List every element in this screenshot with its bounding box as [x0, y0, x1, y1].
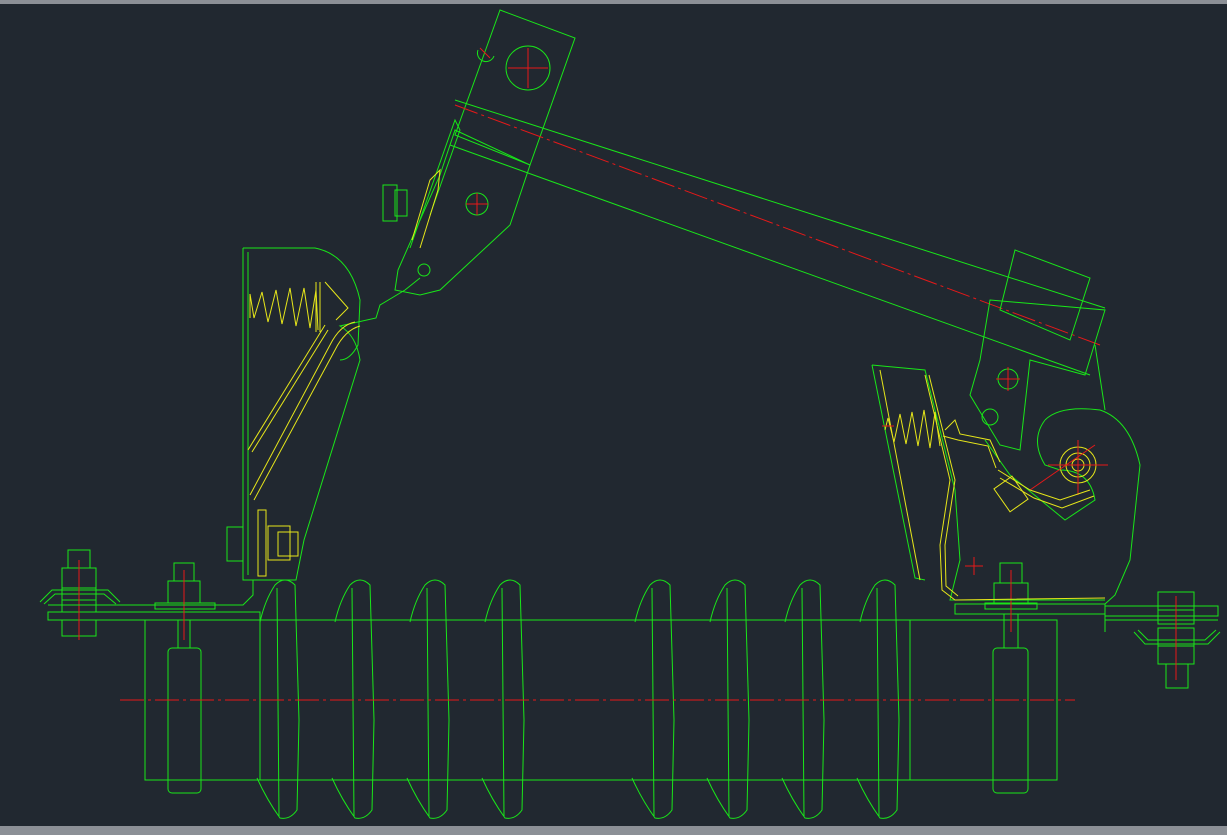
- left-end-cap: [167, 647, 202, 794]
- lower-contact-spring: [884, 409, 941, 449]
- insulator-shed-edge: [876, 587, 880, 817]
- insulator-shed-edge: [426, 587, 430, 817]
- upper-contact-bracket: [48, 247, 421, 606]
- insulator-shed-edge: [501, 587, 505, 817]
- right-mount-bolt[interactable]: [984, 562, 1038, 648]
- upper-contact-spring: [249, 287, 319, 331]
- insulator-body: [144, 619, 1058, 794]
- insulator-shed-edge: [726, 587, 730, 817]
- base-plate: [47, 603, 1219, 632]
- insulator-sheds: [256, 579, 900, 819]
- upper-contact-nuts: [226, 509, 299, 577]
- insulator-shed-edge: [351, 587, 355, 817]
- insulator-shed-edge: [801, 587, 805, 817]
- right-end-cap: [992, 647, 1029, 794]
- bottom-frame-border: [0, 826, 1227, 835]
- lower-contact-hinge: [942, 408, 1141, 605]
- cad-drawing-viewport[interactable]: [0, 0, 1227, 835]
- insulator-shed-edge: [276, 587, 280, 817]
- fuse-tube-centerline: [454, 104, 1101, 346]
- lower-contact-bracket: [871, 364, 1106, 601]
- fuse-cutout-drawing[interactable]: [0, 0, 1227, 835]
- insulator-shed-edge: [651, 587, 655, 817]
- fuse-tube[interactable]: [382, 9, 1106, 451]
- left-terminal-bolt[interactable]: [39, 549, 121, 640]
